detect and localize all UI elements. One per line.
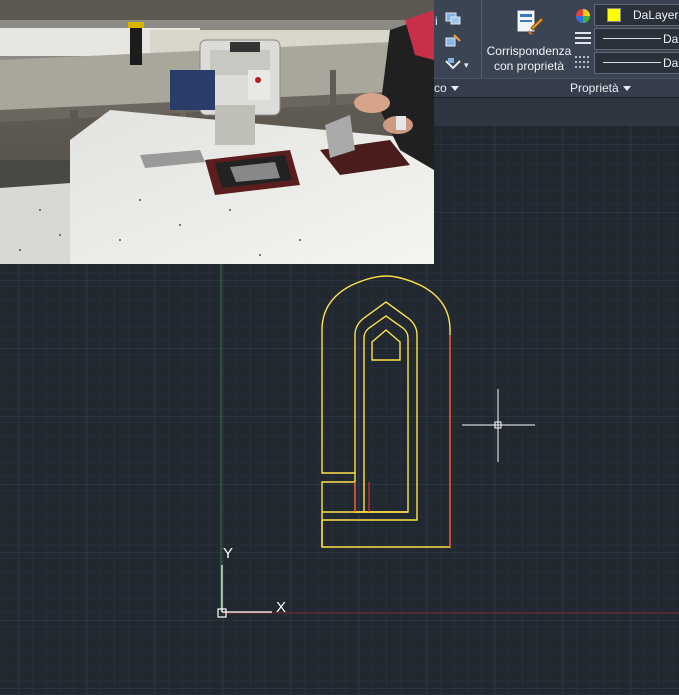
properties-panel-label-text: Proprietà: [570, 81, 619, 95]
color-wheel-icon: [576, 9, 590, 23]
chevron-down-icon: [450, 86, 459, 92]
truncated-indicator: i: [435, 14, 438, 28]
ucs-x-label: X: [276, 599, 286, 616]
linetype-sample: [603, 62, 661, 63]
linetype-icon: [575, 56, 591, 68]
layer-states-icon[interactable]: [444, 56, 462, 72]
ribbon-panel-title-bar: [434, 78, 679, 99]
ucs-y-label: Y: [223, 545, 233, 562]
linetype-combo[interactable]: Da: [594, 52, 679, 74]
color-combo-value: DaLayer: [633, 8, 679, 22]
layers-panel-label[interactable]: co: [434, 81, 459, 95]
match-properties-label-line1: Corrispondenza: [486, 44, 572, 58]
sewing-machine-video: [0, 0, 434, 264]
ribbon-lower-strip: [434, 97, 679, 126]
lineweight-sample: [603, 38, 661, 39]
layer-states-dropdown[interactable]: ▾: [464, 60, 469, 71]
ribbon: ▾ i Corrispondenza con proprietà DaLayer: [434, 0, 679, 126]
match-properties-button[interactable]: Corrispondenza con proprietà: [484, 4, 574, 76]
match-properties-label-line2: con proprietà: [493, 59, 565, 73]
color-combo[interactable]: DaLayer: [594, 4, 679, 26]
linetype-combo-value: Da: [663, 56, 679, 70]
layers-panel-label-text: co: [434, 81, 447, 95]
lineweight-combo-value: Da: [663, 32, 679, 46]
lineweight-combo[interactable]: Da: [594, 28, 679, 50]
layer-tool-icon[interactable]: [444, 10, 462, 26]
lineweight-icon: [575, 32, 591, 44]
properties-panel-label[interactable]: Proprietà: [570, 81, 631, 95]
layer-color-swatch: [607, 8, 621, 22]
layer-match-icon[interactable]: [444, 33, 462, 49]
match-properties-icon: [516, 9, 544, 35]
chevron-down-icon: [622, 86, 631, 92]
video-overlay[interactable]: [0, 0, 434, 264]
